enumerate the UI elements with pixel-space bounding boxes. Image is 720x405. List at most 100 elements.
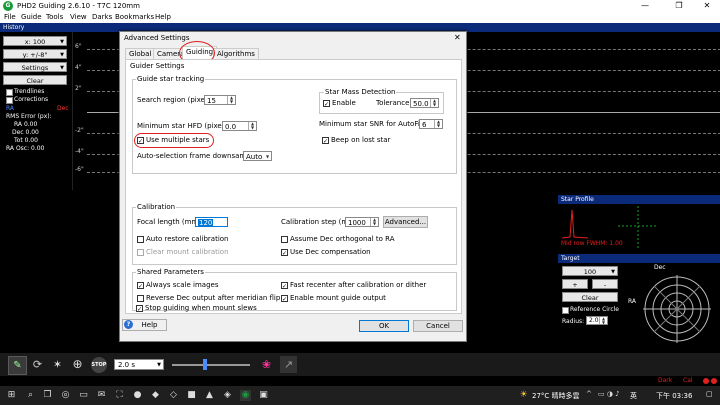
downsample-select[interactable]: Auto ▼ <box>243 151 272 161</box>
tolerance-input[interactable]: 50.0 ▲ ▼ <box>410 98 439 108</box>
clock[interactable]: 下午 03:36 <box>656 391 692 401</box>
dialog-close-icon[interactable]: ✕ <box>454 33 461 42</box>
notification-icon[interactable]: ▢ <box>706 390 713 398</box>
mail-icon[interactable]: ✉ <box>96 390 107 401</box>
axis-label: 6" <box>75 43 82 50</box>
axis-label: -4" <box>75 148 84 155</box>
zoom-in-button[interactable]: + <box>562 279 588 289</box>
stop-guiding-slews-label: Stop guiding when mount slews <box>145 304 257 312</box>
star-mass-enable-checkbox[interactable]: ✓ <box>323 100 330 108</box>
cancel-button[interactable]: Cancel <box>413 320 463 332</box>
menu-file[interactable]: File <box>4 12 16 23</box>
spin-icon: ▲ ▼ <box>370 218 378 226</box>
exposure-select[interactable]: 2.0 s ▼ <box>114 359 164 370</box>
zoom-out-button[interactable]: - <box>592 279 618 289</box>
clear-mount-calibration-label: Clear mount calibration <box>146 248 229 256</box>
windows-start-icon[interactable]: ⊞ <box>6 390 17 401</box>
reverse-dec-checkbox[interactable] <box>137 295 144 302</box>
menu-bookmarks[interactable]: Bookmarks <box>115 12 154 23</box>
phd2-taskbar-icon[interactable]: ◉ <box>240 390 251 401</box>
reference-circle-checkbox[interactable] <box>562 307 569 314</box>
min-hfd-input[interactable]: 0.0 ▲ ▼ <box>222 121 257 131</box>
star-profile-header: Star Profile <box>558 195 720 204</box>
axis-label: 2" <box>75 85 82 92</box>
settings-label: Settings <box>21 64 49 72</box>
weather-text: 27°C 晴時多雲 <box>532 392 580 400</box>
loop-exposure-icon[interactable]: ⟳ <box>29 356 46 373</box>
menu-darks[interactable]: Darks <box>92 12 112 23</box>
star-mass-enable-label: Enable <box>332 99 356 107</box>
loop-icon[interactable]: ✎ <box>8 356 27 375</box>
target-plot <box>643 275 711 343</box>
gamma-slider[interactable] <box>172 364 250 366</box>
auto-restore-checkbox[interactable] <box>137 236 144 243</box>
menu-view[interactable]: View <box>70 12 87 23</box>
task-view-icon[interactable]: ❐ <box>42 390 53 401</box>
ra-legend: RA <box>6 105 15 112</box>
ime-indicator[interactable]: 英 <box>630 391 637 401</box>
min-snr-input[interactable]: 6 ▲ ▼ <box>419 119 443 129</box>
axis-label: 4" <box>75 64 82 71</box>
search-icon[interactable]: ⌕ <box>25 390 36 401</box>
dec-legend: Dec <box>57 105 69 112</box>
fast-recenter-checkbox[interactable]: ✓ <box>281 282 288 290</box>
assume-dec-checkbox[interactable] <box>281 236 288 243</box>
target-clear-button[interactable]: Clear <box>562 292 618 302</box>
beep-lost-star-checkbox[interactable]: ✓ <box>322 137 329 145</box>
radius-label: Radius: <box>562 318 585 325</box>
store-icon[interactable]: ⛶ <box>114 390 125 401</box>
tray-icons[interactable]: ▭ ◑ ♪ <box>598 390 620 398</box>
auto-select-star-icon[interactable]: ✶ <box>49 356 66 373</box>
settings-button[interactable]: Settings ▼ <box>3 62 67 72</box>
spin-icon: ▲ ▼ <box>434 120 442 128</box>
app-icon[interactable]: ◇ <box>168 390 179 401</box>
menu-guide[interactable]: Guide <box>21 12 42 23</box>
manual-guide-icon[interactable]: ↗ <box>280 356 297 373</box>
stop-guiding-slews-checkbox[interactable]: ✓ <box>136 305 143 313</box>
always-scale-checkbox[interactable]: ✓ <box>137 282 144 290</box>
ok-button[interactable]: OK <box>359 320 409 332</box>
edge-icon[interactable]: ◎ <box>60 390 71 401</box>
use-dec-compensation-checkbox[interactable]: ✓ <box>281 249 288 257</box>
chrome-icon[interactable]: ● <box>132 390 143 401</box>
search-region-value: 15 <box>207 97 216 105</box>
close-button[interactable]: ✕ <box>692 0 720 12</box>
enable-mount-output-checkbox[interactable]: ✓ <box>281 295 288 303</box>
clear-history-button[interactable]: Clear <box>3 75 67 85</box>
y-scale-select[interactable]: y: +/-8" ▼ <box>3 49 67 59</box>
use-dec-compensation-label: Use Dec compensation <box>290 248 371 256</box>
axis-label: -6" <box>75 166 84 173</box>
chevron-down-icon: ▼ <box>60 65 64 71</box>
app-icon[interactable]: ◆ <box>150 390 161 401</box>
cal-status: Cal <box>683 377 693 384</box>
restore-button[interactable]: ❐ <box>664 0 694 12</box>
calibration-advanced-button[interactable]: Advanced... <box>383 216 428 228</box>
guider-settings-label: Guider Settings <box>130 62 185 70</box>
reference-circle-label: Reference Circle <box>570 306 619 313</box>
target-scale-select[interactable]: 100 ▼ <box>562 266 618 276</box>
guide-target-icon[interactable]: ⊕ <box>69 356 86 373</box>
radius-input[interactable]: 2.0 ▲ ▼ <box>586 316 608 325</box>
menu-help[interactable]: Help <box>155 12 171 23</box>
minimize-button[interactable]: — <box>630 0 660 12</box>
trendlines-checkbox[interactable] <box>6 89 13 96</box>
app-icon[interactable]: ◈ <box>222 390 233 401</box>
calibration-step-input[interactable]: 1000 ▲ ▼ <box>345 217 379 227</box>
corrections-checkbox[interactable] <box>6 97 13 104</box>
search-region-input[interactable]: 15 ▲ ▼ <box>204 95 236 105</box>
folder-icon[interactable]: ▭ <box>78 390 89 401</box>
help-button[interactable]: Help <box>122 319 167 331</box>
brain-icon[interactable]: ❀ <box>258 356 275 373</box>
app-icon[interactable]: ■ <box>186 390 197 401</box>
clear-mount-calibration-checkbox[interactable] <box>137 249 144 256</box>
menu-tools[interactable]: Tools <box>46 12 63 23</box>
app-icon[interactable]: ▲ <box>204 390 215 401</box>
guide-toolbar: ✎ ⟳ ✶ ⊕ STOP 2.0 s ▼ ❀ ↗ <box>0 353 720 376</box>
stop-icon[interactable]: STOP <box>91 357 107 373</box>
tray-expand-icon[interactable]: ^ <box>586 390 592 398</box>
gamma-slider-handle[interactable] <box>203 359 207 370</box>
app-icon[interactable]: ▣ <box>258 390 269 401</box>
focal-length-input[interactable]: 120 <box>195 217 228 227</box>
focal-length-value: 120 <box>198 219 214 227</box>
x-scale-select[interactable]: x: 100 ▼ <box>3 36 67 46</box>
